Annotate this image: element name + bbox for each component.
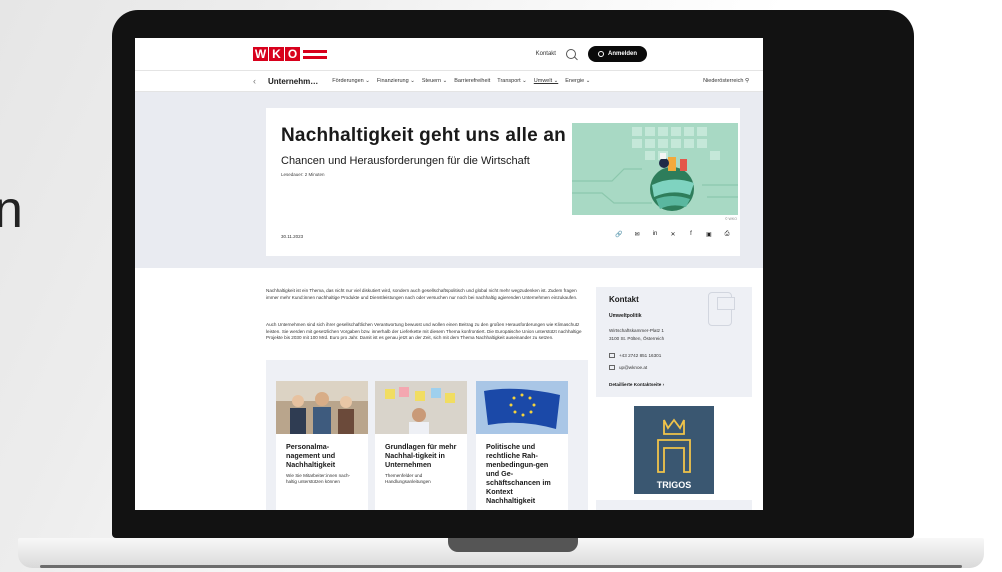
kontakt-email: up@wknoe.at (619, 365, 648, 370)
site-header: W K O Kontakt Anmelden (135, 38, 763, 70)
teaser-text (476, 505, 568, 509)
teaser-image-notes (375, 381, 467, 434)
teaser-card-grundlagen[interactable]: Grundlagen für mehr Nachhal-tigkeit in U… (375, 381, 467, 510)
article-paragraph-1: Nachhaltigkeit ist ein Thema, das nicht … (266, 288, 578, 300)
login-button[interactable]: Anmelden (587, 46, 647, 62)
whatsapp-icon[interactable]: ▣ (705, 230, 713, 238)
teaser-image-eu-flag (476, 381, 568, 434)
kontakt-department: Umweltpolitik (609, 313, 642, 319)
share-bar: 🔗 ✉ in ✕ f ▣ ⎙ (615, 230, 731, 238)
print-icon[interactable]: ⎙ (723, 230, 731, 238)
cutoff-letter: n (0, 181, 23, 239)
page-subtitle: Chancen und Herausforderungen für die Wi… (281, 155, 530, 167)
laptop-screen: W K O Kontakt Anmelden ‹ Unternehm… Förd… (135, 38, 763, 510)
logo-bars (303, 49, 327, 59)
kontakt-detail-link[interactable]: Detaillierte Kontaktseite › (609, 382, 664, 387)
nav-item-energie[interactable]: Energie ⌄ (565, 78, 590, 84)
kontakt-phone: +43 2742 851 16301 (619, 353, 662, 358)
nav-item-finanzierung[interactable]: Finanzierung ⌄ (377, 78, 415, 84)
mail-icon[interactable]: ✉ (633, 230, 641, 238)
search-icon[interactable] (565, 49, 576, 59)
teaser-image-team (276, 381, 368, 434)
kontakt-title: Kontakt (609, 295, 639, 304)
nav-section-title[interactable]: Unternehm… (268, 77, 318, 86)
linkedin-icon[interactable]: in (651, 230, 659, 238)
hero-illustration (572, 123, 738, 215)
image-credit: © WKO (725, 217, 737, 221)
reading-time: Lesedauer: 2 Minuten (281, 172, 325, 177)
logo-letter-o: O (285, 47, 300, 61)
kontakt-phone-row[interactable]: +43 2742 851 16301 (609, 353, 662, 359)
article-paragraph-2: Auch Unternehmen sind sich ihrer gesells… (266, 322, 582, 341)
envelope-icon (609, 365, 615, 371)
next-sidebar-box (596, 500, 752, 510)
page-title: Nachhaltigkeit geht uns alle an (281, 125, 566, 146)
login-label: Anmelden (607, 51, 637, 57)
teaser-title: Personalma-nagement und Nachhaltigkeit (286, 442, 336, 469)
nav-item-umwelt[interactable]: Umwelt ⌄ (534, 78, 558, 84)
user-icon (597, 51, 604, 57)
teaser-card-politik[interactable]: Politische und rechtliche Rah-menbedingu… (476, 381, 568, 510)
teaser-card-personal[interactable]: Personalma-nagement und Nachhaltigkeit W… (276, 381, 368, 510)
teaser-title: Grundlagen für mehr Nachhal-tigkeit in U… (385, 442, 457, 469)
kontakt-email-row[interactable]: up@wknoe.at (609, 365, 648, 371)
logo-letter-k: K (269, 47, 284, 61)
teaser-text: Wie Sie Mitarbeiter:innen nach-haltig un… (286, 473, 351, 484)
kontakt-address-1: Wirtschaftskammer-Platz 1 (609, 328, 664, 333)
x-icon[interactable]: ✕ (669, 230, 677, 238)
kontakt-link[interactable]: Kontakt (536, 51, 556, 57)
region-selector[interactable]: Niederösterreich ⚲ (703, 78, 749, 84)
nav-item-foerderungen[interactable]: Förderungen ⌄ (332, 78, 370, 84)
publish-date: 30.11.2023 (281, 234, 304, 239)
mobile-mail-icon (708, 292, 735, 326)
link-icon[interactable]: 🔗 (615, 230, 623, 238)
nav-item-barrierefreiheit[interactable]: Barrierefreiheit (454, 78, 490, 84)
trigos-label: TRIGOS (656, 480, 692, 490)
facebook-icon[interactable]: f (687, 230, 695, 238)
teaser-text: Themenfelder und Handlungsanleitungen (385, 473, 431, 484)
nav-item-steuern[interactable]: Steuern ⌄ (422, 78, 447, 84)
nav-back-icon[interactable]: ‹ (253, 76, 256, 86)
laptop-notch (448, 538, 578, 552)
nav-item-transport[interactable]: Transport ⌄ (497, 78, 526, 84)
phone-icon (609, 353, 615, 359)
teaser-title: Politische und rechtliche Rah-menbedingu… (486, 442, 551, 505)
logo-letter-w: W (253, 47, 268, 61)
laptop-base-edge (40, 565, 962, 568)
kontakt-address-2: 3100 St. Pölten, Österreich (609, 336, 665, 341)
hero-illustration-svg (572, 127, 738, 211)
main-nav: ‹ Unternehm… Förderungen ⌄ Finanzierung … (135, 70, 763, 92)
wko-logo[interactable]: W K O (253, 47, 327, 61)
